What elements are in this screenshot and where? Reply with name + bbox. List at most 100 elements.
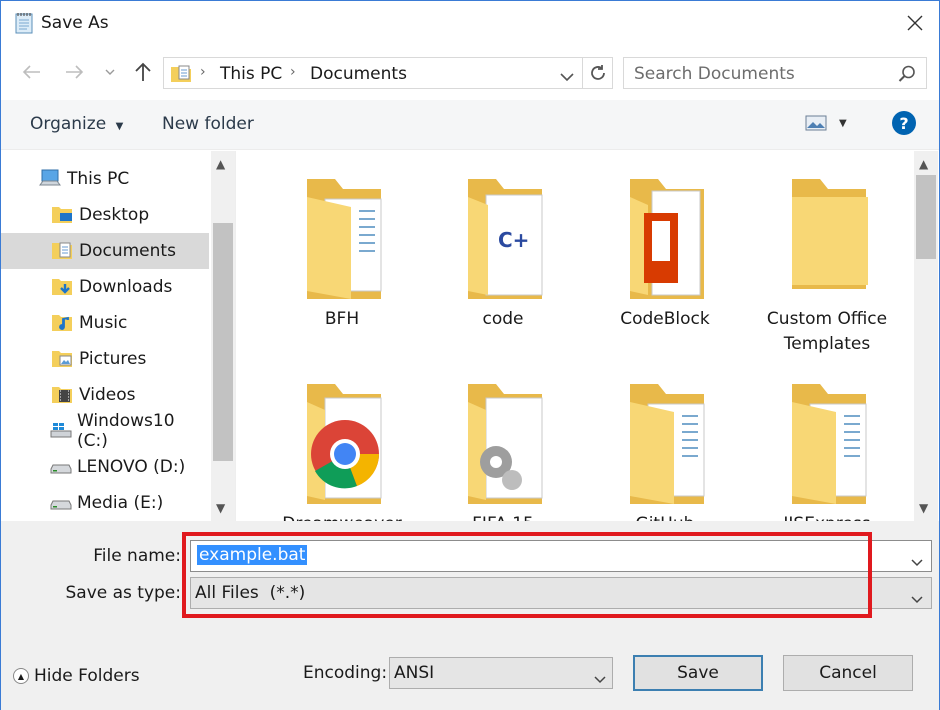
scroll-down-icon[interactable]: ▼ xyxy=(216,501,225,515)
folder-item[interactable]: GitHub xyxy=(585,376,745,521)
forward-arrow-icon xyxy=(66,65,84,79)
sidebar-item-label: Documents xyxy=(79,241,176,261)
sidebar-item-label: This PC xyxy=(67,169,130,189)
sidebar-item-media-e[interactable]: Media (E:) xyxy=(1,485,209,521)
recent-locations-button[interactable] xyxy=(99,57,121,87)
file-name-label: File name: xyxy=(93,546,181,566)
sidebar-item-windows10-c[interactable]: Windows10 (C:) xyxy=(1,411,209,451)
navigation-pane: This PC Desktop Documents Downloads Musi… xyxy=(1,151,236,521)
sidebar-item-videos[interactable]: Videos xyxy=(1,377,209,413)
downloads-folder-icon xyxy=(51,276,73,298)
folder-docs-icon xyxy=(630,384,705,504)
sidebar-item-lenovo-d[interactable]: LENOVO (D:) xyxy=(1,449,209,485)
sidebar-item-label: Media (E:) xyxy=(77,493,164,513)
forward-button[interactable] xyxy=(61,57,89,87)
organize-label: Organize xyxy=(30,114,107,134)
sidebar-scrollbar[interactable]: ▲ ▼ xyxy=(211,151,235,521)
music-folder-icon xyxy=(51,312,73,334)
sidebar-item-label: Windows10 (C:) xyxy=(77,411,175,451)
drive-c-icon xyxy=(49,420,72,442)
folder-item[interactable]: FIFA 15 xyxy=(423,376,583,521)
chevron-down-icon xyxy=(911,590,923,608)
close-button[interactable] xyxy=(897,7,933,39)
hide-folders-label: Hide Folders xyxy=(34,666,140,686)
address-dropdown-icon[interactable] xyxy=(560,68,574,86)
folder-office-icon xyxy=(630,179,704,299)
folder-label: IISExpress xyxy=(783,512,870,521)
sidebar-item-label: Videos xyxy=(79,385,136,405)
pictures-folder-icon xyxy=(51,348,73,370)
search-icon[interactable] xyxy=(898,65,916,87)
sidebar-item-pictures[interactable]: Pictures xyxy=(1,341,209,377)
scroll-up-icon[interactable]: ▲ xyxy=(216,157,225,171)
command-bar xyxy=(1,100,939,150)
sidebar-item-this-pc[interactable]: This PC xyxy=(1,161,209,197)
sidebar-item-label: Music xyxy=(79,313,128,333)
folder-chrome-icon xyxy=(307,384,382,504)
sidebar-item-label: Pictures xyxy=(79,349,147,369)
sidebar-item-downloads[interactable]: Downloads xyxy=(1,269,209,305)
videos-folder-icon xyxy=(51,384,73,406)
folder-label: CodeBlock xyxy=(620,309,710,329)
folder-item[interactable]: BFH xyxy=(262,171,422,361)
folder-item[interactable]: Custom Office Templates xyxy=(747,171,907,361)
documents-location-icon xyxy=(170,63,192,87)
desktop-folder-icon xyxy=(51,204,73,226)
up-button[interactable] xyxy=(129,57,157,87)
folder-item[interactable]: CodeBlock xyxy=(585,171,745,361)
pc-icon xyxy=(39,168,61,190)
file-list: BFH C+ code CodeBlock Custom Office Temp… xyxy=(237,151,913,521)
folder-icon xyxy=(792,179,868,289)
view-options-button[interactable] xyxy=(805,115,827,135)
encoding-select[interactable]: ANSI xyxy=(389,657,613,689)
chevron-down-icon[interactable] xyxy=(911,553,923,571)
hide-folders-button[interactable]: ▲ Hide Folders xyxy=(13,666,140,686)
back-button[interactable] xyxy=(17,57,45,87)
sidebar-item-label: LENOVO (D:) xyxy=(77,457,186,477)
help-icon[interactable]: ? xyxy=(892,111,916,135)
close-icon xyxy=(907,15,923,31)
scroll-down-icon[interactable]: ▼ xyxy=(919,501,928,515)
folder-docs-icon xyxy=(792,384,867,504)
window-title: Save As xyxy=(41,13,109,33)
breadcrumb-this-pc[interactable]: This PC xyxy=(220,64,282,84)
folder-item[interactable]: C+ code xyxy=(423,171,583,361)
scrollbar-thumb[interactable] xyxy=(916,175,936,259)
file-list-scrollbar[interactable]: ▲ ▼ xyxy=(914,151,938,521)
sidebar-item-label: Downloads xyxy=(79,277,173,297)
cancel-button[interactable]: Cancel xyxy=(783,655,913,691)
address-bar[interactable]: › This PC › Documents xyxy=(163,57,583,89)
search-box[interactable]: Search Documents xyxy=(623,57,927,89)
scrollbar-thumb[interactable] xyxy=(213,223,233,461)
breadcrumb-separator-icon: › xyxy=(290,64,296,80)
breadcrumb-separator-icon: › xyxy=(200,64,206,80)
folder-label: GitHub xyxy=(636,512,695,521)
folder-label: Custom Office Templates xyxy=(766,309,888,354)
chevron-up-icon: ▲ xyxy=(13,668,29,684)
sidebar-item-music[interactable]: Music xyxy=(1,305,209,341)
encoding-value: ANSI xyxy=(394,663,435,683)
scroll-up-icon[interactable]: ▲ xyxy=(919,157,928,171)
folder-gear-icon xyxy=(468,384,543,504)
search-input[interactable]: Search Documents xyxy=(634,64,795,84)
folder-label: BFH xyxy=(324,309,360,329)
breadcrumb-documents[interactable]: Documents xyxy=(310,64,407,84)
view-dropdown-icon[interactable]: ▼ xyxy=(839,118,847,129)
chevron-down-icon xyxy=(594,670,606,688)
folder-cpp-icon: C+ xyxy=(468,179,543,299)
new-folder-button[interactable]: New folder xyxy=(162,114,254,134)
dropdown-caret-icon: ▼ xyxy=(115,121,124,132)
folder-item[interactable]: Dreamweaver xyxy=(262,376,422,521)
title-bar xyxy=(1,1,939,45)
drive-icon xyxy=(49,492,72,514)
refresh-button[interactable] xyxy=(583,57,613,89)
folder-item[interactable]: IISExpress xyxy=(747,376,907,521)
organize-menu[interactable]: Organize ▼ xyxy=(30,114,123,134)
folder-docs-icon xyxy=(307,179,382,299)
sidebar-item-desktop[interactable]: Desktop xyxy=(1,197,209,233)
save-button[interactable]: Save xyxy=(633,655,763,691)
chevron-down-icon xyxy=(105,69,115,75)
folder-label: code xyxy=(482,309,524,329)
view-icon xyxy=(805,115,827,131)
sidebar-item-documents[interactable]: Documents xyxy=(1,233,209,269)
